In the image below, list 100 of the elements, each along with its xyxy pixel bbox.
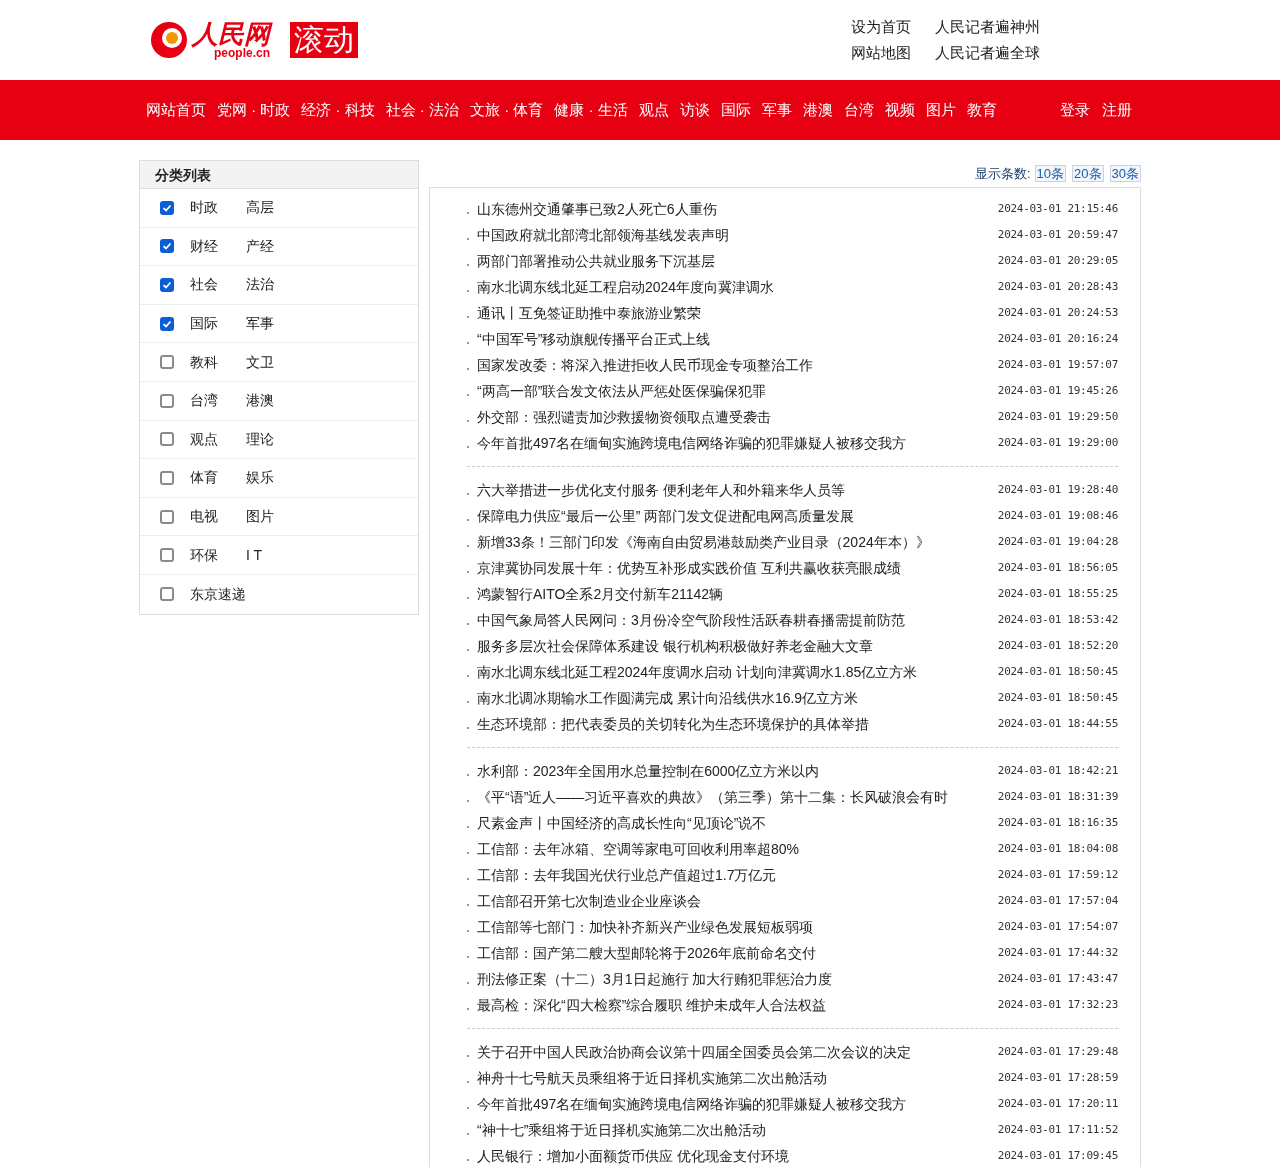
news-headline[interactable]: 鸿蒙智行AITO全系2月交付新车21142辆 (477, 583, 998, 605)
category-label: 东京速递 (190, 584, 246, 604)
news-headline[interactable]: 工信部等七部门：加快补齐新兴产业绿色发展短板弱项 (477, 916, 998, 938)
checkbox[interactable] (160, 278, 174, 292)
news-headline[interactable]: 今年首批497名在缅甸实施跨境电信网络诈骗的犯罪嫌疑人被移交我方 (477, 1093, 998, 1115)
category-label: 图片 (246, 507, 275, 527)
checkbox[interactable] (160, 470, 174, 485)
news-time: 2024-03-01 17:54:07 (997, 918, 1118, 935)
checkbox[interactable] (160, 548, 174, 563)
news-headline[interactable]: 通讯丨互免签证助推中泰旅游业繁荣 (477, 302, 998, 324)
news-time: 2024-03-01 17:43:47 (997, 970, 1118, 987)
checkbox[interactable] (160, 355, 174, 370)
news-time: 2024-03-01 18:50:45 (997, 663, 1118, 680)
news-time: 2024-03-01 19:28:40 (997, 481, 1118, 498)
news-headline[interactable]: 南水北调冰期输水工作圆满完成 累计向沿线供水16.9亿立方米 (477, 687, 998, 709)
news-time: 2024-03-01 17:57:04 (997, 892, 1118, 909)
checkbox[interactable] (160, 239, 174, 254)
news-headline[interactable]: 新增33条！三部门印发《海南自由贸易港鼓励类产业目录（2024年本）》 (477, 531, 998, 553)
news-time: 2024-03-01 17:28:59 (997, 1069, 1118, 1086)
logo-icon (150, 21, 188, 59)
news-headline[interactable]: 人民银行：增加小面额货币供应 优化现金支付环境 (477, 1145, 998, 1167)
category-label: 财经 (190, 236, 219, 256)
news-headline[interactable]: 今年首批497名在缅甸实施跨境电信网络诈骗的犯罪嫌疑人被移交我方 (477, 432, 998, 454)
news-time: 2024-03-01 17:59:12 (997, 866, 1118, 883)
panel-title: 分类列表 (155, 166, 211, 185)
news-time: 2024-03-01 18:42:21 (997, 762, 1118, 779)
category-label: 观点 (190, 429, 219, 449)
news-headline[interactable]: 外交部：强烈谴责加沙救援物资领取点遭受袭击 (477, 406, 998, 428)
nav-link[interactable]: 视频 (884, 98, 915, 122)
news-time: 2024-03-01 19:29:00 (997, 434, 1118, 451)
category-label: 台湾 (190, 391, 219, 411)
nav-link[interactable]: 观点 (638, 98, 669, 122)
news-headline[interactable]: 最高检：深化“四大检察”综合履职 维护未成年人合法权益 (477, 994, 998, 1016)
news-headline[interactable]: “两高一部”联合发文依法从严惩处医保骗保犯罪 (477, 380, 998, 402)
news-time: 2024-03-01 19:57:07 (997, 356, 1118, 373)
news-headline[interactable]: 关于召开中国人民政治协商会议第十四届全国委员会第二次会议的决定 (477, 1041, 998, 1063)
news-time: 2024-03-01 20:28:43 (997, 278, 1118, 295)
header-link[interactable]: 人民记者遍神州 (935, 15, 1040, 38)
news-headline[interactable]: 京津冀协同发展十年：优势互补形成实践价值 互利共赢收获亮眼成绩 (477, 557, 998, 579)
checkbox[interactable] (160, 393, 174, 408)
category-label: 娱乐 (246, 468, 275, 488)
news-headline[interactable]: 两部门部署推动公共就业服务下沉基层 (477, 250, 998, 272)
news-headline[interactable]: “神十七”乘组将于近日择机实施第二次出舱活动 (477, 1119, 998, 1141)
checkbox[interactable] (160, 509, 174, 524)
checkbox[interactable] (160, 587, 174, 602)
news-headline[interactable]: 中国政府就北部湾北部领海基线发表声明 (477, 224, 998, 246)
news-time: 2024-03-01 18:55:25 (997, 585, 1118, 602)
page-size-option[interactable]: 10条 (1034, 165, 1067, 182)
nav-link[interactable]: 国际 (720, 98, 751, 122)
page-size-option[interactable]: 20条 (1072, 165, 1104, 182)
nav-link[interactable]: 教育 (966, 98, 997, 122)
news-time: 2024-03-01 18:56:05 (997, 559, 1118, 576)
category-label: 理论 (246, 429, 275, 449)
news-headline[interactable]: 服务多层次社会保障体系建设 银行机构积极做好养老金融大文章 (477, 635, 998, 657)
header-link[interactable]: 人民记者遍全球 (935, 42, 1040, 65)
page-size-label: 显示条数: (974, 164, 1031, 183)
news-headline[interactable]: 南水北调东线北延工程启动2024年度向冀津调水 (477, 276, 998, 298)
news-headline[interactable]: 工信部：国产第二艘大型邮轮将于2026年底前命名交付 (477, 942, 998, 964)
news-headline[interactable]: 刑法修正案（十二）3月1日起施行 加大行贿犯罪惩治力度 (477, 968, 998, 990)
news-headline[interactable]: 《平“语”近人——习近平喜欢的典故》（第三季）第十二集：长风破浪会有时 (477, 786, 998, 808)
nav-link[interactable]: 注册 (1102, 98, 1132, 122)
checkmark-icon (162, 241, 172, 252)
checkbox[interactable] (160, 432, 174, 447)
news-time: 2024-03-01 20:29:05 (997, 252, 1118, 269)
nav-link[interactable]: 网站首页 (146, 98, 206, 122)
news-time: 2024-03-01 17:11:52 (997, 1121, 1118, 1138)
news-headline[interactable]: 中国气象局答人民网问：3月份冷空气阶段性活跃春耕春播需提前防范 (477, 609, 998, 631)
nav-link[interactable]: 军事 (761, 98, 792, 122)
news-headline[interactable]: 国家发改委：将深入推进拒收人民币现金专项整治工作 (477, 354, 998, 376)
news-headline[interactable]: 工信部召开第七次制造业企业座谈会 (477, 890, 998, 912)
news-headline[interactable]: 工信部：去年冰箱、空调等家电可回收利用率超80% (477, 838, 998, 860)
news-headline[interactable]: 神舟十七号航天员乘组将于近日择机实施第二次出舱活动 (477, 1067, 998, 1089)
news-headline[interactable]: 尺素金声丨中国经济的高成长性向“见顶论”说不 (477, 812, 998, 834)
news-headline[interactable]: 生态环境部：把代表委员的关切转化为生态环境保护的具体举措 (477, 713, 998, 735)
news-headline[interactable]: 水利部：2023年全国用水总量控制在6000亿立方米以内 (477, 760, 998, 782)
nav-link[interactable]: 图片 (925, 98, 956, 122)
news-headline[interactable]: “中国军号”移动旗舰传播平台正式上线 (477, 328, 998, 350)
news-headline[interactable]: 工信部：去年我国光伏行业总产值超过1.7万亿元 (477, 864, 998, 886)
nav-link[interactable]: 健康 · 生活 (554, 98, 628, 122)
nav-link[interactable]: 访谈 (679, 98, 710, 122)
news-time: 2024-03-01 18:44:55 (997, 715, 1118, 732)
header-link[interactable]: 网站地图 (851, 42, 935, 65)
news-time: 2024-03-01 20:59:47 (997, 226, 1118, 243)
nav-link[interactable]: 社会 · 法治 (385, 98, 460, 122)
header-link[interactable]: 设为首页 (851, 15, 935, 38)
nav-link[interactable]: 经济 · 科技 (301, 98, 375, 122)
nav-link[interactable]: 台湾 (843, 98, 874, 122)
nav-link[interactable]: 党网 · 时政 (217, 98, 291, 122)
checkbox[interactable] (160, 200, 174, 215)
checkmark-icon (162, 318, 172, 329)
checkbox[interactable] (160, 316, 174, 331)
nav-link[interactable]: 登录 (1060, 98, 1090, 122)
news-headline[interactable]: 山东德州交通肇事已致2人死亡6人重伤 (477, 198, 998, 220)
news-headline[interactable]: 保障电力供应“最后一公里” 两部门发文促进配电网高质量发展 (477, 505, 998, 527)
news-time: 2024-03-01 20:24:53 (997, 304, 1118, 321)
nav-link[interactable]: 文旅 · 体育 (470, 98, 544, 122)
page-size-option[interactable]: 30条 (1109, 165, 1141, 182)
news-headline[interactable]: 南水北调东线北延工程2024年度调水启动 计划向津冀调水1.85亿立方米 (477, 661, 998, 683)
nav-link[interactable]: 港澳 (802, 98, 833, 122)
news-headline[interactable]: 六大举措进一步优化支付服务 便利老年人和外籍来华人员等 (477, 479, 998, 501)
